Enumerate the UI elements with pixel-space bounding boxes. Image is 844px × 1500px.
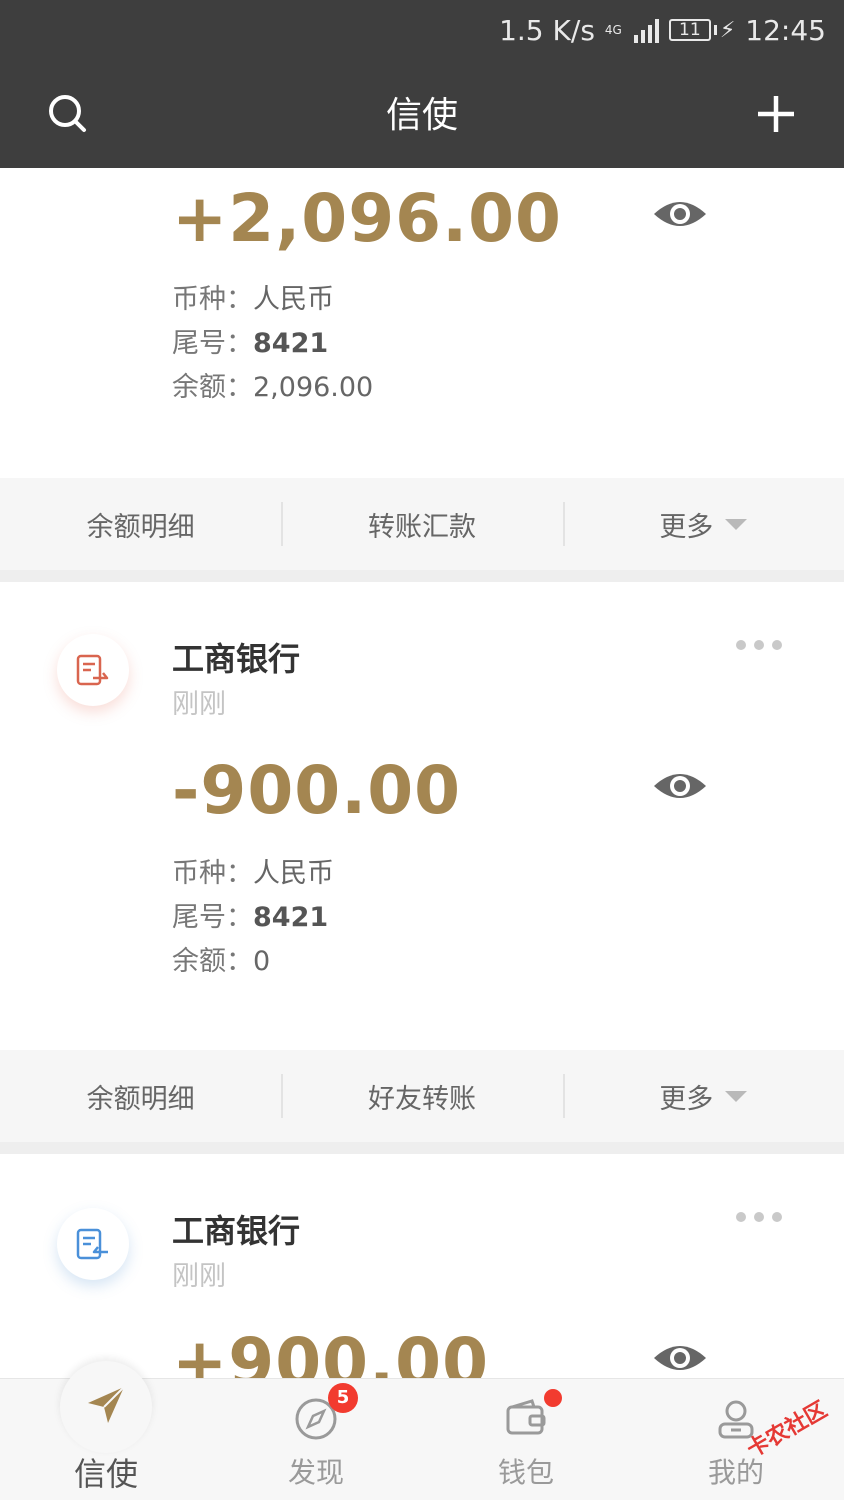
dropdown-icon: [725, 1090, 748, 1102]
transfer-out-icon: [57, 634, 129, 706]
wallet-icon: [506, 1399, 546, 1435]
amount: +2,096.00: [172, 180, 562, 257]
bank-name: 工商银行: [172, 1212, 301, 1250]
balance-value: 0: [253, 946, 271, 977]
message-card: +2,096.00 币种：人民币 尾号：8421 余额：2,096.00: [0, 168, 844, 478]
currency-value: 人民币: [253, 284, 334, 315]
paper-plane-icon: [88, 1386, 125, 1423]
signal-icon: [633, 17, 659, 43]
message-list[interactable]: +2,096.00 币种：人民币 尾号：8421 余额：2,096.00 余额明…: [0, 168, 844, 1378]
battery-level: 11: [668, 19, 711, 41]
card-tail-value: 8421: [253, 328, 329, 359]
status-bar: 1.5 K/s 4G 11 ⚡ 12:45: [499, 10, 826, 50]
tab-discover[interactable]: 5 发现: [236, 1379, 396, 1500]
message-card: 工商银行 刚刚 -900.00 币种：人民币 尾号：8421 余额：0: [0, 582, 844, 1050]
account-info: 币种：人民币 尾号：8421 余额：2,096.00: [172, 284, 374, 403]
transfer-in-icon: [57, 1208, 129, 1280]
more-options-icon[interactable]: [736, 1212, 782, 1222]
more-options-icon[interactable]: [736, 640, 782, 650]
balance-detail-button[interactable]: 余额明细: [0, 478, 281, 570]
bank-name: 工商银行: [172, 640, 301, 678]
charging-icon: ⚡: [719, 17, 736, 43]
balance-detail-button[interactable]: 余额明细: [0, 1050, 281, 1142]
message-time: 刚刚: [172, 1261, 226, 1292]
message-card: 工商银行 刚刚 +900.00: [0, 1154, 844, 1378]
card-tail-value: 8421: [253, 902, 329, 933]
plus-icon[interactable]: [752, 90, 800, 138]
eye-icon[interactable]: [652, 768, 708, 804]
eye-icon[interactable]: [652, 196, 708, 232]
app-header: 1.5 K/s 4G 11 ⚡ 12:45 信使: [0, 0, 844, 168]
amount: -900.00: [172, 752, 462, 829]
more-button[interactable]: 更多: [562, 1050, 844, 1142]
more-button[interactable]: 更多: [562, 478, 844, 570]
dropdown-icon: [725, 518, 748, 530]
tab-label: 我的: [707, 1456, 764, 1489]
card-divider: [0, 1142, 844, 1154]
page-title: 信使: [385, 95, 458, 136]
amount: +900.00: [172, 1324, 489, 1378]
balance-value: 2,096.00: [253, 372, 374, 403]
message-time: 刚刚: [172, 689, 226, 720]
currency-value: 人民币: [253, 858, 334, 889]
tab-messenger[interactable]: 信使: [26, 1361, 186, 1500]
friend-transfer-button[interactable]: 好友转账: [281, 1050, 562, 1142]
battery-icon: 11 ⚡: [668, 17, 736, 43]
account-info: 币种：人民币 尾号：8421 余额：0: [172, 858, 334, 977]
card-divider: [0, 570, 844, 582]
tab-wallet[interactable]: 钱包: [446, 1379, 606, 1500]
card-actions: 余额明细 转账汇款 更多: [0, 478, 844, 570]
bottom-tab-bar: 信使 5 发现 钱包 我的: [0, 1361, 844, 1500]
tab-label: 信使: [73, 1455, 138, 1493]
card-actions: 余额明细 好友转账 更多: [0, 1050, 844, 1142]
eye-icon[interactable]: [652, 1340, 708, 1376]
clock: 12:45: [745, 13, 826, 47]
tab-label: 钱包: [497, 1456, 554, 1489]
unread-dot: [544, 1389, 562, 1407]
network-type: 4G: [604, 23, 622, 37]
tab-label: 发现: [287, 1456, 344, 1489]
transfer-button[interactable]: 转账汇款: [281, 478, 562, 570]
notification-badge: 5: [328, 1383, 358, 1413]
network-speed: 1.5 K/s: [499, 13, 595, 47]
